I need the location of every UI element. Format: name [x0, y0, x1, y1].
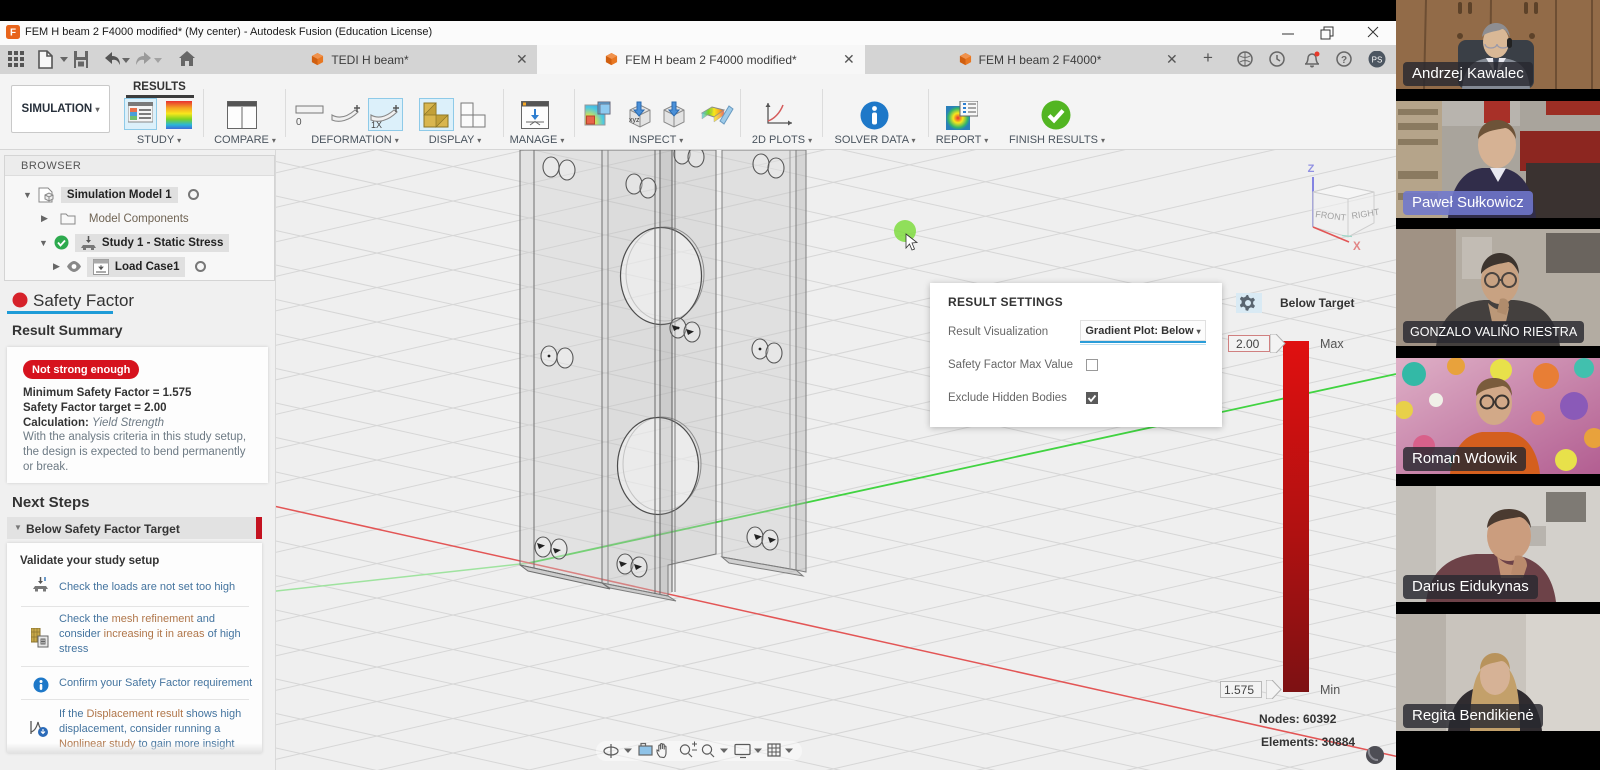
- svg-text:0: 0: [296, 117, 302, 127]
- svg-text:Z: Z: [1308, 163, 1315, 175]
- svg-text:xyz: xyz: [629, 117, 640, 124]
- svg-text:F: F: [10, 28, 16, 39]
- svg-text:1X: 1X: [371, 120, 382, 129]
- svg-text:?: ?: [1341, 55, 1347, 66]
- svg-text:PS: PS: [1372, 56, 1383, 65]
- svg-text:X: X: [1353, 241, 1361, 253]
